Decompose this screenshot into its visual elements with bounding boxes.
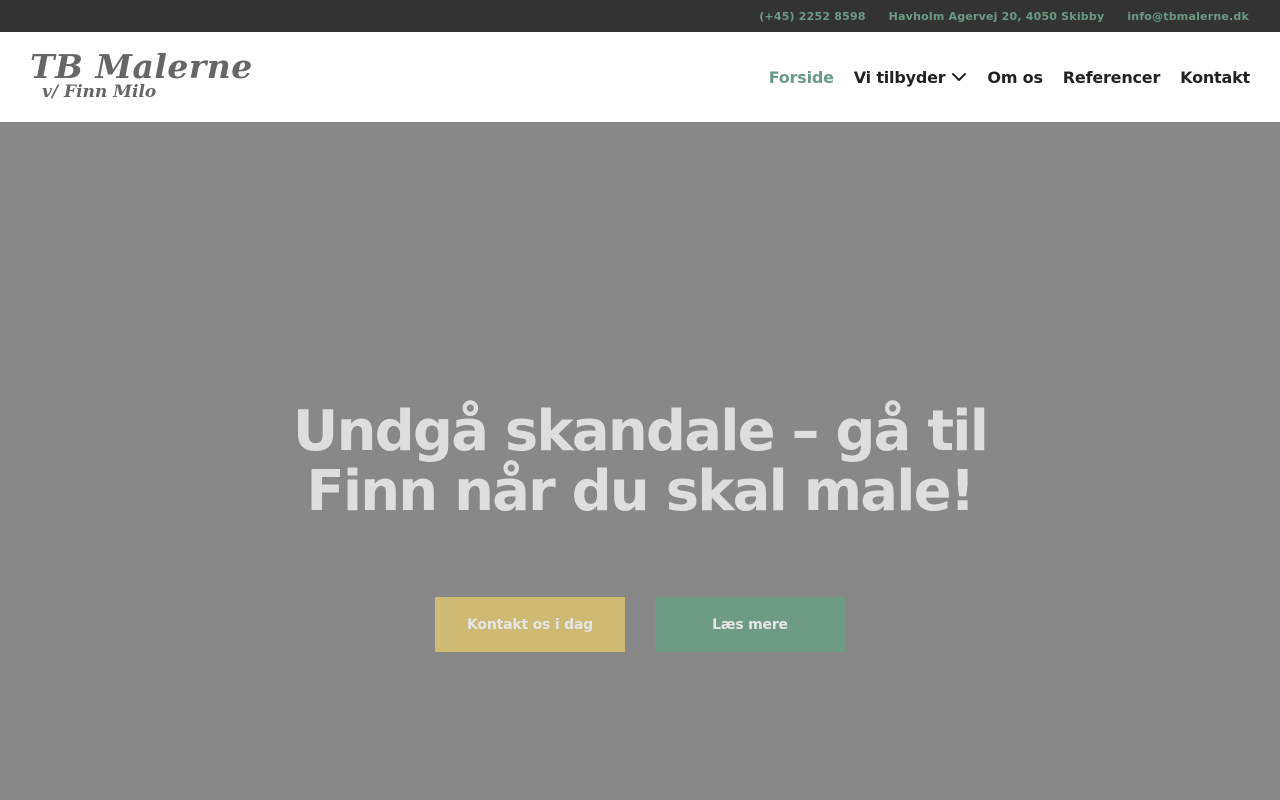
logo-sub-text: v/ Finn Milo bbox=[42, 82, 157, 102]
phone-link[interactable]: (+45) 2252 8598 bbox=[759, 10, 865, 23]
nav-item-forside[interactable]: Forside bbox=[769, 68, 834, 87]
contact-us-button[interactable]: Kontakt os i dag bbox=[435, 597, 625, 652]
nav-item-label: Kontakt bbox=[1180, 67, 1250, 87]
nav-item-label: Referencer bbox=[1062, 67, 1161, 87]
hero-title-line-2: Finn når du skal male! bbox=[306, 459, 975, 524]
logo[interactable]: TB Malerne v/ Finn Milo bbox=[30, 49, 252, 105]
site-header: TB Malerne v/ Finn Milo Forside Vi tilby… bbox=[0, 32, 1280, 122]
nav-item-label: Forside bbox=[768, 67, 834, 87]
main-navigation: Forside Vi tilbyder Om os Referencer Kon… bbox=[749, 67, 1251, 87]
email-link[interactable]: info@tbmalerne.dk bbox=[1127, 10, 1249, 23]
hero-title-line-1: Undgå skandale – gå til bbox=[292, 399, 989, 464]
nav-item-vi-tilbyder[interactable]: Vi tilbyder bbox=[854, 68, 968, 87]
nav-item-referencer[interactable]: Referencer bbox=[1062, 67, 1161, 87]
address-link[interactable]: Havholm Agervej 20, 4050 Skibby bbox=[889, 10, 1105, 23]
logo-main-text: TB Malerne bbox=[30, 47, 253, 86]
nav-item-label: Vi tilbyder bbox=[853, 67, 946, 87]
hero-section: Undgå skandale – gå til Finn når du skal… bbox=[0, 122, 1280, 800]
read-more-button[interactable]: Læs mere bbox=[655, 597, 845, 652]
nav-item-kontakt[interactable]: Kontakt bbox=[1180, 68, 1250, 87]
hero-title: Undgå skandale – gå til Finn når du skal… bbox=[240, 402, 1040, 522]
nav-item-label: Om os bbox=[987, 67, 1043, 87]
chevron-down-icon bbox=[951, 69, 967, 85]
top-contact-bar: (+45) 2252 8598 Havholm Agervej 20, 4050… bbox=[0, 0, 1280, 32]
nav-item-om-os[interactable]: Om os bbox=[987, 67, 1043, 87]
